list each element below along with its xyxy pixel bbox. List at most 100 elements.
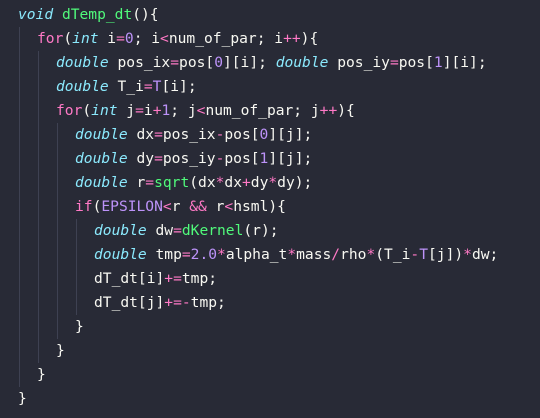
code-line: void dTemp_dt(){ [0,3,540,27]
indent-guide [38,315,39,339]
indent-guide [19,51,20,75]
code-line-text: for(int i=0; i<num_of_par; i++){ [37,27,318,51]
code-line: } [0,339,540,363]
code-token: pos[ [179,54,215,71]
code-token: ){ [300,30,319,47]
indent-guide [57,171,58,195]
code-token: dx [224,174,242,191]
indent-guide [38,219,39,243]
indent-guide [38,99,39,123]
code-line-text: } [37,363,46,387]
code-token: dy [250,174,269,191]
code-token: * [287,246,297,263]
indent-guide [19,99,20,123]
indent-guide [57,267,58,291]
code-token: = [170,54,180,71]
code-token: (){ [132,6,159,23]
code-token: && [189,198,207,215]
indent-guide [38,75,39,99]
code-token: double [56,78,109,95]
indent-guide [76,291,77,315]
code-token: ++ [319,102,338,119]
indent-guide [19,27,20,51]
code-line: } [0,363,540,387]
code-token: ( [63,30,73,47]
code-line-text: double r=sqrt(dx*dx+dy*dy); [75,171,312,195]
indent-guide [38,171,39,195]
code-token: double [275,54,329,71]
code-token: r [206,198,225,215]
code-line-text: double pos_ix=pos[0][i]; double pos_iy=p… [56,51,487,75]
indent-guide [38,147,39,171]
code-token: EPSILON [101,198,163,215]
code-token: hsml){ [233,198,286,215]
code-token: double [94,246,147,263]
code-line: double r=sqrt(dx*dx+dy*dy); [0,171,540,195]
code-line-text: double dx=pos_ix-pos[0][j]; [75,123,312,147]
indent-guide [57,123,58,147]
code-token: pos[ [398,54,434,71]
code-line-text: double tmp=2.0*alpha_t*mass/rho*(T_i-T[j… [94,243,498,267]
code-token: double [75,126,128,143]
code-token: void [18,6,54,23]
code-token: * [268,174,278,191]
code-token: T_i [108,78,144,95]
indent-guide [38,51,39,75]
code-token: i [143,102,153,119]
code-line-text: dT_dt[j]+=-tmp; [94,291,226,315]
code-token: for [56,102,83,119]
code-token: tmp [146,246,182,263]
code-line: double T_i=T[i]; [0,75,540,99]
indent-guide [57,147,58,171]
indent-guide [76,267,77,291]
code-line: double dx=pos_ix-pos[0][j]; [0,123,540,147]
indent-guide [38,243,39,267]
code-token: 0 [124,30,134,47]
code-line-text: double dy=pos_iy-pos[1][j]; [75,147,312,171]
indent-guide [38,267,39,291]
code-token: = [181,246,191,263]
code-token: pos_ix [162,126,216,143]
indent-guide [19,243,20,267]
code-token: = [173,222,182,239]
code-token: j [117,102,136,119]
code-token: +=- [164,294,191,311]
code-token: 1 [433,54,443,71]
code-line-text: double dw=dKernel(r); [94,219,279,243]
code-token: = [154,126,163,143]
code-token: [j]) [428,246,464,263]
indent-guide [19,291,20,315]
code-token: = [116,30,125,47]
code-token: } [56,342,65,359]
code-token: * [366,246,376,263]
code-token: + [241,174,251,191]
code-token: ][i]; [442,54,487,71]
code-token: ; j [170,102,197,119]
code-token: if [75,198,93,215]
code-editor[interactable]: void dTemp_dt(){for(int i=0; i<num_of_pa… [0,0,540,418]
code-token: (dx [189,174,216,191]
code-token: += [164,270,182,287]
code-token: T [419,246,428,263]
code-token: dy [127,150,155,167]
code-lines: void dTemp_dt(){for(int i=0; i<num_of_pa… [0,3,540,411]
indent-guide [38,195,39,219]
code-line-text: } [56,339,65,363]
code-token: / [331,246,341,263]
code-token: pos[ [224,126,260,143]
code-token: = [154,150,163,167]
code-line: for(int i=0; i<num_of_par; i++){ [0,27,540,51]
code-token: dw; [471,246,499,263]
code-token: sqrt [154,174,190,191]
code-line: if(EPSILON<r && r<hsml){ [0,195,540,219]
code-token: num_of_par; j [205,102,320,119]
code-token: < [162,198,172,215]
code-token: for [37,30,64,47]
code-line-text: } [18,387,27,411]
code-token: dy); [277,174,313,191]
code-token: alpha_t [225,246,288,263]
indent-guide [19,267,20,291]
indent-guide [19,147,20,171]
code-token: 0 [214,54,223,71]
code-token: ][j]; [268,126,313,143]
